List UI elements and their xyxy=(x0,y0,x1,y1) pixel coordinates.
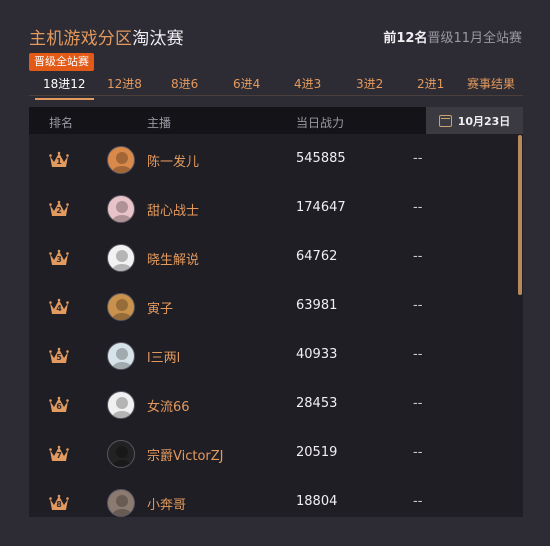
extra-value: -- xyxy=(413,200,423,215)
power-value: 174647 xyxy=(296,200,346,215)
table-row[interactable]: 7 宗爵VictorZJ 20519 -- xyxy=(29,429,513,478)
crown-icon: 2 xyxy=(49,200,69,218)
advance-count: 前12名 xyxy=(383,31,428,46)
status-badge: 晋级全站赛 xyxy=(29,53,94,71)
scrollbar[interactable] xyxy=(518,135,522,295)
advance-target: 晋级11月全站赛 xyxy=(427,31,522,46)
tab-12-8[interactable]: 12进8 xyxy=(107,75,142,92)
table-row[interactable]: 3 晓生解说 64762 -- xyxy=(29,233,513,282)
power-value: 545885 xyxy=(296,151,346,166)
header-power: 当日战力 xyxy=(296,116,345,130)
calendar-icon xyxy=(438,114,452,127)
table-row[interactable]: 4 寅子 63981 -- xyxy=(29,282,513,331)
crown-icon: 7 xyxy=(49,445,69,463)
table-header: 排名 主播 当日战力 10月23日 xyxy=(29,107,523,134)
avatar[interactable] xyxy=(107,293,135,321)
rank-number: 8 xyxy=(56,500,62,509)
tab-4-3[interactable]: 4进3 xyxy=(294,75,321,92)
crown-icon: 3 xyxy=(49,249,69,267)
streamer-name[interactable]: 寅子 xyxy=(147,298,173,317)
avatar[interactable] xyxy=(107,489,135,517)
streamer-name[interactable]: 小奔哥 xyxy=(147,494,186,513)
power-value: 63981 xyxy=(296,298,338,313)
extra-value: -- xyxy=(413,445,423,460)
rank-number: 2 xyxy=(56,206,62,215)
table-row[interactable]: 1 陈一发儿 545885 -- xyxy=(29,135,513,184)
table-row[interactable]: 5 l三两l 40933 -- xyxy=(29,331,513,380)
tab-6-4[interactable]: 6进4 xyxy=(233,75,260,92)
streamer-name[interactable]: 甜心战士 xyxy=(147,200,199,219)
title-accent: 主机游戏分区 xyxy=(29,29,133,49)
tournament-panel: 主机游戏分区淘汰赛 前12名晋级11月全站赛 晋级全站赛 18进12 12进8 … xyxy=(0,0,550,546)
avatar[interactable] xyxy=(107,440,135,468)
streamer-name[interactable]: 宗爵VictorZJ xyxy=(147,445,224,464)
title-rest: 淘汰赛 xyxy=(132,29,184,49)
tab-2-1[interactable]: 2进1 xyxy=(417,75,444,92)
date-picker[interactable]: 10月23日 xyxy=(426,107,523,134)
tab-3-2[interactable]: 3进2 xyxy=(356,75,383,92)
extra-value: -- xyxy=(413,347,423,362)
extra-value: -- xyxy=(413,151,423,166)
extra-value: -- xyxy=(413,396,423,411)
extra-value: -- xyxy=(413,494,423,509)
power-value: 20519 xyxy=(296,445,338,460)
header-streamer: 主播 xyxy=(147,116,172,130)
tab-results[interactable]: 赛事结果 xyxy=(467,75,515,92)
avatar[interactable] xyxy=(107,391,135,419)
streamer-name[interactable]: l三两l xyxy=(147,347,180,366)
rank-number: 6 xyxy=(56,402,62,411)
avatar[interactable] xyxy=(107,195,135,223)
power-value: 18804 xyxy=(296,494,338,509)
rank-number: 3 xyxy=(56,255,62,264)
avatar[interactable] xyxy=(107,342,135,370)
round-tabs: 18进12 12进8 8进6 6进4 4进3 3进2 2进1 赛事结果 xyxy=(29,70,523,100)
crown-icon: 6 xyxy=(49,396,69,414)
table-row[interactable]: 8 小奔哥 18804 -- xyxy=(29,478,513,517)
page-title: 主机游戏分区淘汰赛 xyxy=(29,24,184,49)
power-value: 28453 xyxy=(296,396,338,411)
rank-number: 1 xyxy=(56,157,62,166)
rank-number: 5 xyxy=(56,353,62,362)
tab-8-6[interactable]: 8进6 xyxy=(171,75,198,92)
table-row[interactable]: 2 甜心战士 174647 -- xyxy=(29,184,513,233)
power-value: 40933 xyxy=(296,347,338,362)
avatar[interactable] xyxy=(107,244,135,272)
rank-number: 7 xyxy=(56,451,62,460)
extra-value: -- xyxy=(413,249,423,264)
crown-icon: 8 xyxy=(49,494,69,512)
crown-icon: 5 xyxy=(49,347,69,365)
crown-icon: 4 xyxy=(49,298,69,316)
table-row[interactable]: 6 女流66 28453 -- xyxy=(29,380,513,429)
advance-info: 前12名晋级11月全站赛 xyxy=(383,27,522,46)
date-label: 10月23日 xyxy=(457,114,511,128)
crown-icon: 1 xyxy=(49,151,69,169)
rank-number: 4 xyxy=(56,304,62,313)
tab-18-12[interactable]: 18进12 xyxy=(35,75,94,100)
avatar[interactable] xyxy=(107,146,135,174)
streamer-name[interactable]: 晓生解说 xyxy=(147,249,199,268)
extra-value: -- xyxy=(413,298,423,313)
streamer-name[interactable]: 陈一发儿 xyxy=(147,151,199,170)
power-value: 64762 xyxy=(296,249,338,264)
header-rank: 排名 xyxy=(49,116,74,130)
streamer-name[interactable]: 女流66 xyxy=(147,396,190,415)
ranking-table[interactable]: 排名 主播 当日战力 10月23日 1 陈一发儿 545885 -- 2 甜心战士 174… xyxy=(29,107,523,517)
